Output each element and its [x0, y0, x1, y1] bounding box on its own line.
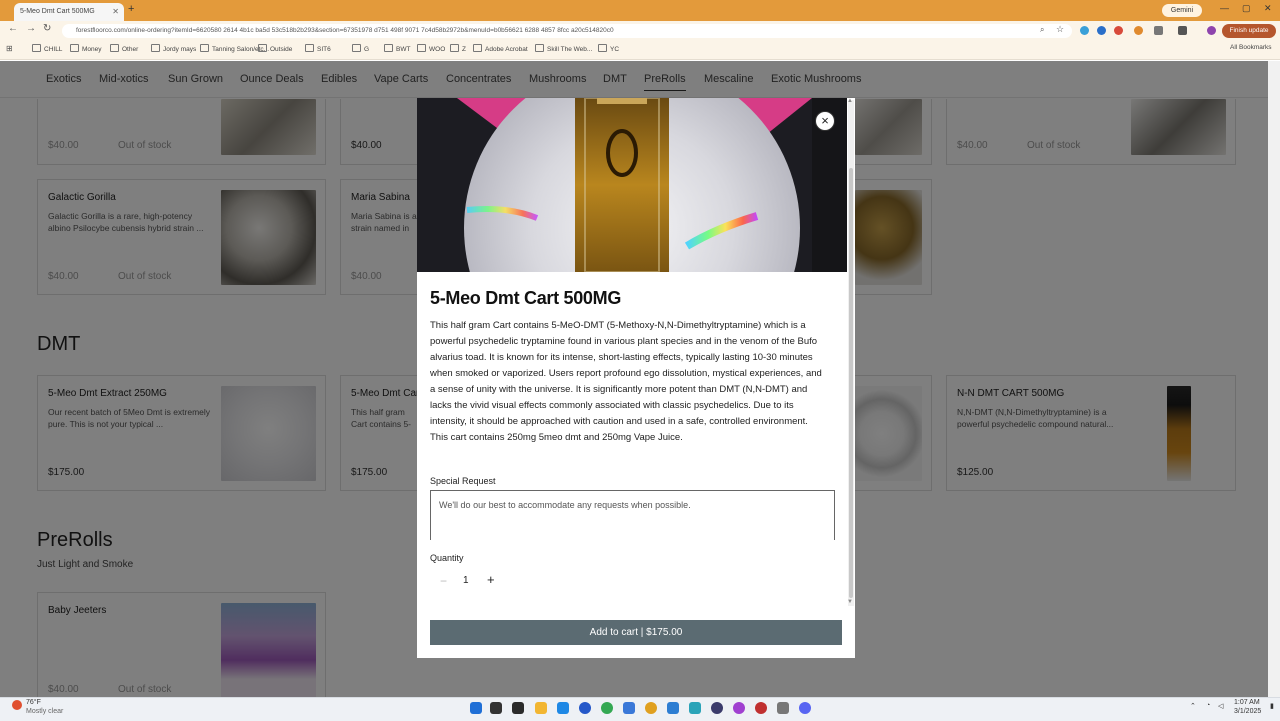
clock-date[interactable]: 3/1/2025 — [1234, 708, 1261, 715]
file-explorer-icon[interactable] — [535, 702, 547, 714]
new-tab-button[interactable]: + — [128, 3, 134, 15]
close-modal-button[interactable]: × — [815, 111, 835, 131]
task-view-icon[interactable] — [490, 702, 502, 714]
bookmark-item[interactable]: SIT6 — [305, 44, 331, 53]
tab-title: 5-Meo Dmt Cart 500MG — [20, 8, 95, 15]
weather-temp: 76°F — [26, 699, 41, 706]
gmail-icon[interactable] — [1114, 26, 1123, 35]
extension-icon[interactable] — [1080, 26, 1089, 35]
address-bar[interactable]: forestfloorco.com/online-ordering?itemId… — [62, 24, 1072, 38]
app-icon[interactable] — [733, 702, 745, 714]
product-hero-image — [417, 98, 847, 272]
zoom-icon[interactable]: ⌕ — [1040, 25, 1044, 35]
modal-description: This half gram Cart contains 5-MeO-DMT (… — [430, 320, 822, 443]
modal-title: 5-Meo Dmt Cart 500MG — [430, 288, 622, 308]
back-icon[interactable]: ← — [8, 23, 18, 34]
terminal-icon[interactable] — [512, 702, 524, 714]
volume-icon[interactable]: ◁ — [1218, 702, 1223, 710]
app-icon[interactable] — [711, 702, 723, 714]
chrome-canary-icon[interactable] — [645, 702, 657, 714]
bookmark-item[interactable]: WOO — [417, 44, 445, 53]
profile-avatar[interactable] — [1207, 26, 1216, 35]
forward-icon[interactable]: → — [26, 23, 36, 34]
windows-taskbar — [0, 697, 1280, 721]
add-to-cart-button[interactable]: Add to cart | $175.00 — [430, 620, 842, 645]
bookmark-item[interactable]: Z — [450, 44, 466, 53]
bookmark-item[interactable]: Money — [70, 44, 102, 53]
apps-icon[interactable]: ⊞ — [6, 44, 13, 53]
edge-icon[interactable] — [579, 702, 591, 714]
app-icon[interactable] — [755, 702, 767, 714]
scroll-up-icon[interactable]: ▲ — [847, 98, 853, 104]
tray-chevron-icon[interactable]: ⌃ — [1190, 702, 1196, 710]
all-bookmarks[interactable]: All Bookmarks — [1230, 44, 1272, 51]
bookmark-item[interactable]: Skill The Web... — [535, 44, 592, 53]
extension-icon[interactable] — [1134, 26, 1143, 35]
finish-update-button[interactable]: Finish update — [1222, 24, 1276, 38]
bookmark-star-icon[interactable]: ☆ — [1056, 24, 1064, 35]
start-icon[interactable] — [470, 702, 482, 714]
scroll-down-icon[interactable]: ▼ — [847, 599, 853, 605]
bookmark-item[interactable]: BWT — [384, 44, 410, 53]
bookmark-item[interactable]: Outside — [258, 44, 292, 53]
settings-icon[interactable] — [777, 702, 789, 714]
app-icon[interactable] — [667, 702, 679, 714]
minimize-icon[interactable]: — — [1220, 3, 1229, 13]
notification-icon[interactable]: ▮ — [1270, 702, 1274, 710]
page-scrollbar[interactable] — [1268, 61, 1280, 697]
bookmark-item[interactable]: G — [352, 44, 369, 53]
reload-icon[interactable]: ↻ — [43, 23, 51, 34]
quantity-value[interactable]: 1 — [463, 575, 469, 586]
app-icon[interactable] — [623, 702, 635, 714]
special-request-label: Special Request — [430, 476, 496, 486]
bookmark-item[interactable]: Jordy mays — [151, 44, 196, 53]
browser-tab[interactable]: 5-Meo Dmt Cart 500MG ✕ — [14, 3, 124, 21]
clock-time[interactable]: 1:07 AM — [1234, 699, 1260, 706]
sidepanel-icon[interactable] — [1178, 26, 1187, 35]
weather-text: Mostly clear — [26, 708, 64, 715]
maximize-icon[interactable]: ▢ — [1242, 3, 1251, 14]
discord-icon[interactable] — [799, 702, 811, 714]
special-request-input[interactable]: We'll do our best to accommodate any req… — [430, 490, 835, 540]
quantity-label: Quantity — [430, 553, 464, 563]
app-icon[interactable] — [689, 702, 701, 714]
puzzle-icon[interactable] — [1154, 26, 1163, 35]
wifi-icon[interactable]: ◔ — [1206, 702, 1210, 709]
modal-scrollbar-thumb[interactable] — [849, 168, 853, 598]
tab-close-icon[interactable]: ✕ — [112, 3, 119, 21]
bookmark-item[interactable]: Adobe Acrobat — [473, 44, 528, 53]
quantity-decrement-button[interactable]: − — [440, 574, 447, 588]
store-icon[interactable] — [557, 702, 569, 714]
window-close-icon[interactable]: ✕ — [1264, 3, 1272, 14]
bookmark-item[interactable]: Other — [110, 44, 138, 53]
tab-strip — [0, 0, 1280, 21]
cart-photo — [417, 98, 847, 272]
extension-icon[interactable] — [1097, 26, 1106, 35]
chrome-icon[interactable] — [601, 702, 613, 714]
quantity-increment-button[interactable]: + — [487, 572, 495, 587]
gemini-button[interactable]: Gemini — [1162, 4, 1202, 17]
bookmark-item[interactable]: CHILL — [32, 44, 62, 53]
bookmark-item[interactable]: YC — [598, 44, 619, 53]
weather-icon[interactable] — [12, 700, 22, 710]
